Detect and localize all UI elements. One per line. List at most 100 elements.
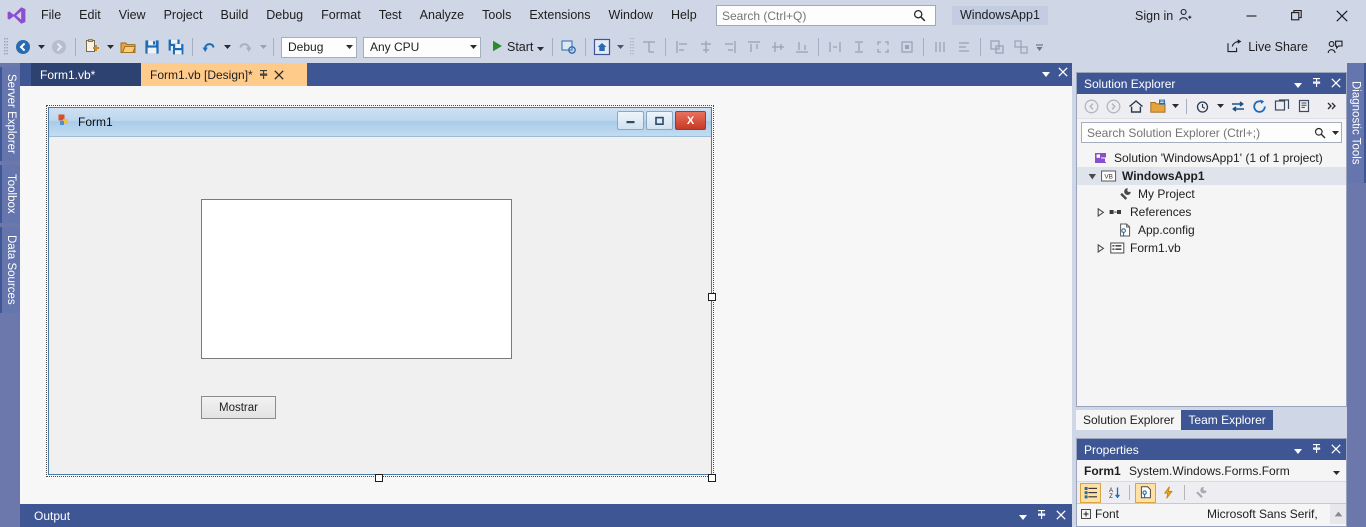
alphabetical-sort-icon[interactable]: A Z xyxy=(1103,483,1124,503)
undo-dropdown-icon[interactable] xyxy=(221,35,233,59)
twisty-collapsed-icon[interactable] xyxy=(1093,243,1108,253)
undo-button[interactable] xyxy=(197,35,221,59)
resize-handle-bottom-right[interactable] xyxy=(708,474,716,482)
menu-item-analyze[interactable]: Analyze xyxy=(411,0,473,31)
triangle-up-icon[interactable] xyxy=(1330,504,1346,524)
live-share-button[interactable]: Live Share xyxy=(1221,35,1314,59)
menu-item-tools[interactable]: Tools xyxy=(473,0,520,31)
menu-item-view[interactable]: View xyxy=(110,0,155,31)
tab-team-explorer[interactable]: Team Explorer xyxy=(1181,410,1273,430)
property-row-font[interactable]: Font Microsoft Sans Serif, xyxy=(1077,504,1346,524)
designer-home-button[interactable] xyxy=(590,35,614,59)
minimize-button[interactable] xyxy=(1229,0,1274,31)
chevron-down-icon[interactable] xyxy=(1333,464,1340,478)
mostrar-button[interactable]: Mostrar xyxy=(201,396,276,419)
tree-node-references[interactable]: References xyxy=(1077,203,1346,221)
categorized-icon[interactable] xyxy=(1080,482,1101,503)
listbox-control[interactable] xyxy=(201,199,512,359)
close-document-icon[interactable] xyxy=(1058,66,1068,80)
close-icon[interactable] xyxy=(1331,443,1341,457)
property-value-font[interactable]: Microsoft Sans Serif, xyxy=(1207,507,1330,521)
chevron-down-icon[interactable] xyxy=(1294,443,1302,457)
redo-button[interactable] xyxy=(233,35,257,59)
pin-icon[interactable] xyxy=(258,69,269,80)
menu-item-build[interactable]: Build xyxy=(211,0,257,31)
open-file-button[interactable] xyxy=(116,35,140,59)
start-debug-button[interactable]: Start xyxy=(488,35,548,59)
menu-item-test[interactable]: Test xyxy=(370,0,411,31)
chevron-down-icon[interactable] xyxy=(1169,96,1181,117)
attach-to-process-button[interactable] xyxy=(557,35,581,59)
vtab-diagnostic-tools[interactable]: Diagnostic Tools xyxy=(1347,63,1366,183)
close-icon[interactable] xyxy=(274,69,284,80)
vtab-toolbox[interactable]: Toolbox xyxy=(0,165,20,223)
save-button[interactable] xyxy=(140,35,164,59)
chevron-down-icon[interactable] xyxy=(1294,77,1302,91)
tab-list-dropdown-icon[interactable] xyxy=(1042,66,1050,80)
quick-search-box[interactable] xyxy=(716,5,936,26)
tab-form1-vb-design[interactable]: Form1.vb [Design]* xyxy=(141,63,307,86)
back-icon[interactable] xyxy=(1081,96,1102,117)
pin-icon[interactable] xyxy=(1311,77,1322,91)
wrench-icon[interactable] xyxy=(1190,483,1211,503)
solution-platform-dropdown[interactable]: Any CPU xyxy=(363,36,481,58)
menu-item-debug[interactable]: Debug xyxy=(257,0,312,31)
navigate-backward-button[interactable] xyxy=(11,35,35,59)
search-options-dropdown-icon[interactable] xyxy=(1329,130,1341,135)
resize-handle-bottom-center[interactable] xyxy=(375,474,383,482)
chevron-down-icon[interactable] xyxy=(1214,96,1226,117)
save-all-button[interactable] xyxy=(164,35,188,59)
redo-dropdown-icon[interactable] xyxy=(257,35,269,59)
forward-icon[interactable] xyxy=(1103,96,1124,117)
menu-item-help[interactable]: Help xyxy=(662,0,706,31)
menu-item-extensions[interactable]: Extensions xyxy=(520,0,599,31)
menu-item-edit[interactable]: Edit xyxy=(70,0,110,31)
designer-home-dropdown-icon[interactable] xyxy=(614,35,626,59)
menu-item-project[interactable]: Project xyxy=(155,0,212,31)
new-project-button[interactable] xyxy=(80,35,104,59)
restore-button[interactable] xyxy=(1274,0,1319,31)
tree-node-project[interactable]: VB WindowsApp1 xyxy=(1077,167,1346,185)
toolbar-grip[interactable] xyxy=(0,36,11,58)
pending-changes-icon[interactable] xyxy=(1147,96,1168,117)
form-designer-surface[interactable]: Form1 X Mostrar xyxy=(20,86,1072,504)
solution-explorer-search-input[interactable] xyxy=(1082,123,1311,142)
layout-toolbar-grip[interactable] xyxy=(626,36,637,58)
tree-node-my-project[interactable]: My Project xyxy=(1077,185,1346,203)
form-client-area[interactable]: Mostrar xyxy=(49,137,711,474)
tree-node-form1-vb[interactable]: Form1.vb xyxy=(1077,239,1346,257)
home-icon[interactable] xyxy=(1125,96,1146,117)
twisty-collapsed-icon[interactable] xyxy=(1093,207,1108,217)
lightning-bolt-icon[interactable] xyxy=(1158,483,1179,503)
vtab-server-explorer[interactable]: Server Explorer xyxy=(0,67,20,161)
tree-node-app-config[interactable]: App.config xyxy=(1077,221,1346,239)
form-maximize-button[interactable] xyxy=(646,111,673,130)
menu-item-window[interactable]: Window xyxy=(599,0,661,31)
solution-explorer-search-box[interactable] xyxy=(1081,122,1342,143)
new-project-dropdown-icon[interactable] xyxy=(104,35,116,59)
properties-object-selector[interactable]: Form1 System.Windows.Forms.Form xyxy=(1077,460,1346,482)
navigate-backward-dropdown-icon[interactable] xyxy=(35,35,47,59)
form-minimize-button[interactable] xyxy=(617,111,644,130)
close-icon[interactable] xyxy=(1331,77,1341,91)
show-all-files-icon[interactable] xyxy=(1192,96,1213,117)
chevron-down-icon[interactable] xyxy=(1019,509,1027,523)
pin-icon[interactable] xyxy=(1036,509,1047,523)
pin-icon[interactable] xyxy=(1311,443,1322,457)
overflow-icon[interactable] xyxy=(1321,96,1342,117)
menu-item-format[interactable]: Format xyxy=(312,0,370,31)
menu-item-file[interactable]: File xyxy=(32,0,70,31)
toolbar-overflow-icon[interactable] xyxy=(1033,35,1045,59)
sign-in-button[interactable]: Sign in xyxy=(1135,6,1192,26)
feedback-icon[interactable] xyxy=(1322,35,1348,59)
solution-configuration-dropdown[interactable]: Debug xyxy=(281,36,357,58)
resize-handle-middle-right[interactable] xyxy=(708,293,716,301)
expander-plus-icon[interactable] xyxy=(1077,509,1095,519)
close-button[interactable] xyxy=(1319,0,1364,31)
twisty-expanded-icon[interactable] xyxy=(1085,172,1100,181)
search-input[interactable] xyxy=(717,6,907,25)
form-close-button[interactable]: X xyxy=(675,111,706,130)
tab-solution-explorer[interactable]: Solution Explorer xyxy=(1076,410,1182,430)
tree-node-solution[interactable]: Solution 'WindowsApp1' (1 of 1 project) xyxy=(1077,149,1346,167)
refresh-icon[interactable] xyxy=(1249,96,1270,117)
